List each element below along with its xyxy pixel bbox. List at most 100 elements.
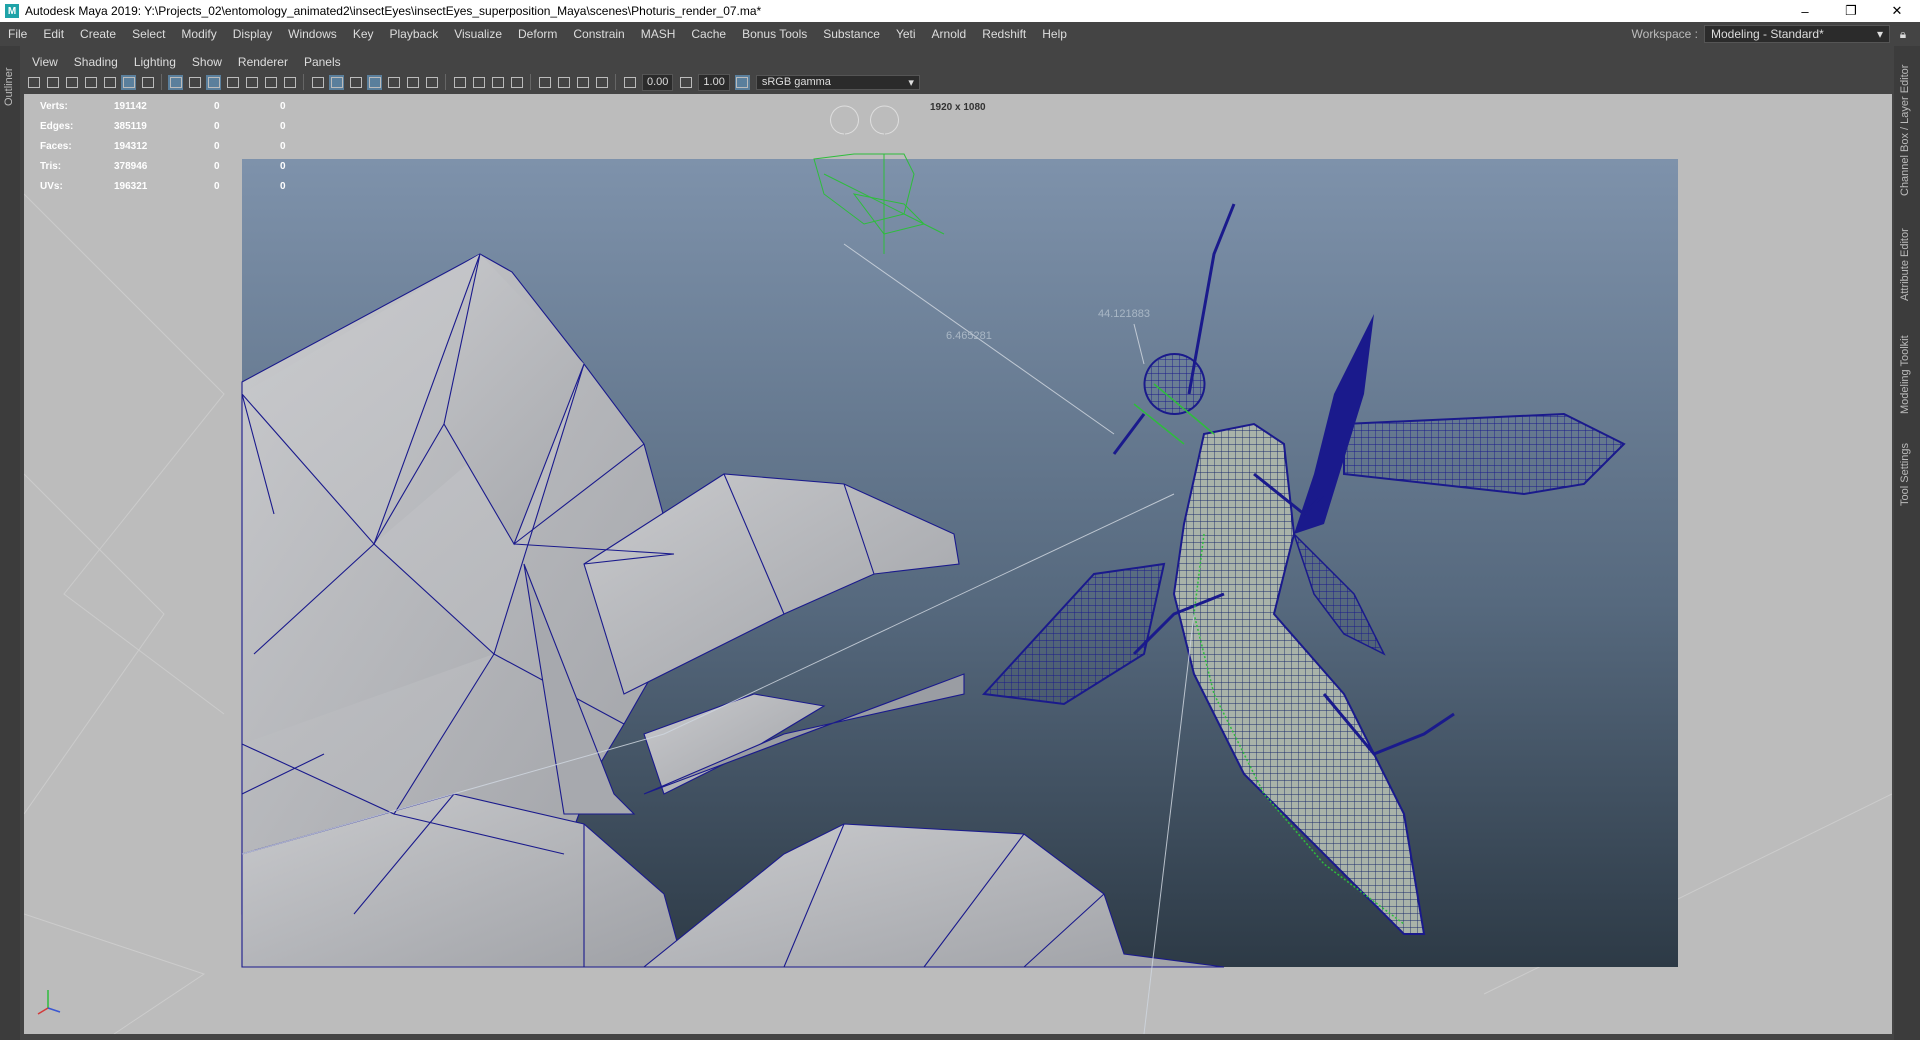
menu-redshift[interactable]: Redshift [974,27,1034,41]
xray-icon[interactable] [556,75,571,90]
toolbar-divider [445,74,446,90]
panel-menu-panels[interactable]: Panels [296,55,349,69]
image-plane-icon[interactable] [83,75,98,90]
gamma-icon[interactable] [678,75,693,90]
hud-row-uvs: UVs: 196321 0 0 [40,176,310,196]
resolution-gate-icon[interactable] [206,74,221,90]
menu-visualize[interactable]: Visualize [446,27,510,41]
panel-menu-shading[interactable]: Shading [66,55,126,69]
grid-icon[interactable] [168,74,183,90]
close-button[interactable]: ✕ [1874,0,1920,22]
shadows-icon[interactable] [424,75,439,90]
workspace-value: Modeling - Standard* [1711,27,1824,41]
axis-indicator [37,990,61,1015]
wireframe-on-shaded-icon[interactable] [367,74,382,90]
view-transform-dropdown[interactable]: sRGB gamma ▾ [755,74,920,90]
wireframe-icon[interactable] [310,75,325,90]
hud-row-edges: Edges: 385119 0 0 [40,116,310,136]
menu-key[interactable]: Key [345,27,382,41]
menu-help[interactable]: Help [1034,27,1075,41]
workspace-selector: Workspace : Modeling - Standard* ▾ 🔒︎ [1632,25,1910,43]
hud-value: 0 [280,120,286,132]
toolbar-divider [303,74,304,90]
gate-mask-icon[interactable] [225,75,240,90]
workspace-dropdown[interactable]: Modeling - Standard* ▾ [1704,25,1890,43]
exposure-field[interactable]: 0.00 [642,73,674,91]
menu-arnold[interactable]: Arnold [924,27,975,41]
hud-value: 196321 [114,180,148,192]
menu-modify[interactable]: Modify [173,27,224,41]
hud-value: 194312 [114,140,148,152]
menu-display[interactable]: Display [225,27,280,41]
depth-of-field-icon[interactable] [509,75,524,90]
tool-settings-tab[interactable]: Tool Settings [1899,443,1911,506]
isolate-select-icon[interactable] [537,75,552,90]
motion-blur-icon[interactable] [471,75,486,90]
lights-icon[interactable] [405,75,420,90]
workspace-label: Workspace : [1631,27,1698,41]
default-material-icon[interactable] [348,75,363,90]
minimize-button[interactable]: – [1782,0,1828,22]
menu-bonus-tools[interactable]: Bonus Tools [734,27,815,41]
menu-cache[interactable]: Cache [683,27,734,41]
menu-file[interactable]: File [0,27,35,41]
hud-value: 0 [280,160,286,172]
hud-value: 0 [214,100,220,112]
safe-action-icon[interactable] [263,75,278,90]
bookmark-icon[interactable] [64,75,79,90]
menu-select[interactable]: Select [124,27,173,41]
restore-button[interactable]: ❐ [1828,0,1874,22]
gamma-field[interactable]: 1.00 [698,73,730,91]
panel-menu-view[interactable]: View [24,55,66,69]
menu-yeti[interactable]: Yeti [888,27,924,41]
hud-label: Verts: [40,100,68,112]
modeling-toolkit-tab[interactable]: Modeling Toolkit [1899,335,1911,414]
toolbar-divider [615,74,616,90]
scene-render [24,105,1892,1034]
attribute-editor-tab[interactable]: Attribute Editor [1899,228,1911,301]
2d-pan-icon[interactable] [102,75,117,90]
outliner-tab[interactable]: Outliner [3,67,15,106]
menu-windows[interactable]: Windows [280,27,345,41]
anti-aliasing-icon[interactable] [490,75,505,90]
panel-menu-renderer[interactable]: Renderer [230,55,296,69]
xray-components-icon[interactable] [594,75,609,90]
panel-menu-show[interactable]: Show [184,55,230,69]
hud-row-verts: Verts: 191142 0 0 [40,96,310,116]
smooth-shade-icon[interactable] [329,74,344,90]
resolution-label: 1920 x 1080 [930,102,986,113]
menu-playback[interactable]: Playback [382,27,447,41]
exposure-icon[interactable] [622,75,637,90]
hud-value: 0 [214,140,220,152]
menu-deform[interactable]: Deform [510,27,565,41]
pencil-icon[interactable] [140,75,155,90]
color-management-icon[interactable] [734,74,750,90]
safe-title-icon[interactable] [282,75,297,90]
chevron-down-icon: ▾ [1876,27,1883,41]
hud-value: 0 [280,180,286,192]
menu-mash[interactable]: MASH [633,27,684,41]
panel-menubar: View Shading Lighting Show Renderer Pane… [24,52,349,72]
channel-box-tab[interactable]: Channel Box / Layer Editor [1899,65,1911,196]
hud-value: 0 [214,160,220,172]
menu-constrain[interactable]: Constrain [565,27,632,41]
camera-icon[interactable] [26,75,41,90]
camera-attributes-icon[interactable] [45,75,60,90]
hud-value: 0 [214,180,220,192]
hud-value: 0 [214,120,220,132]
screen-space-ao-icon[interactable] [452,75,467,90]
textured-icon[interactable] [386,75,401,90]
menu-edit[interactable]: Edit [35,27,72,41]
view-transform-value: sRGB gamma [761,76,831,88]
toolbar-divider [530,74,531,90]
field-chart-icon[interactable] [244,75,259,90]
menu-create[interactable]: Create [72,27,124,41]
xray-joints-icon[interactable] [575,75,590,90]
film-gate-icon[interactable] [187,75,202,90]
lock-icon[interactable]: 🔒︎ [1896,26,1910,42]
panel-menu-lighting[interactable]: Lighting [126,55,184,69]
grease-pencil-icon[interactable] [121,74,136,90]
menu-substance[interactable]: Substance [815,27,888,41]
chevron-down-icon: ▾ [908,76,914,89]
viewport-3d[interactable]: Verts: 191142 0 0 Edges: 385119 0 0 Face… [24,94,1892,1034]
